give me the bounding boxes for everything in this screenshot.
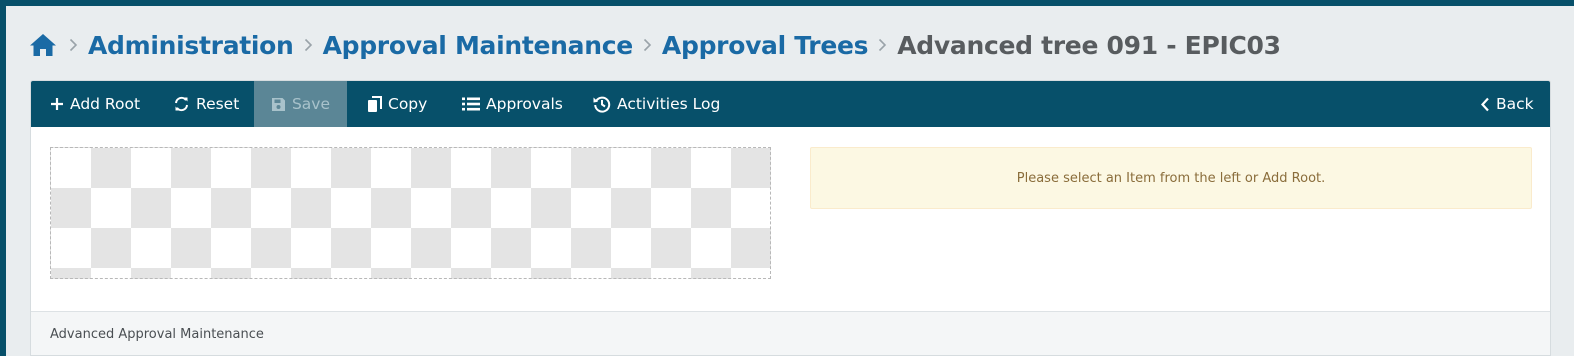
page-title: Advanced tree 091 - EPIC03 xyxy=(897,30,1281,60)
activities-log-label: Activities Log xyxy=(617,95,721,113)
footer-text: Advanced Approval Maintenance xyxy=(50,327,264,342)
chevron-right-icon xyxy=(69,38,78,52)
approvals-button[interactable]: Approvals xyxy=(462,81,563,127)
tree-content-area: Please select an Item from the left or A… xyxy=(31,127,1550,311)
toolbar: Add Root Reset Save Copy Approvals Activ… xyxy=(31,81,1550,127)
refresh-icon xyxy=(173,96,190,112)
add-root-label: Add Root xyxy=(70,95,141,113)
list-icon xyxy=(462,97,480,111)
back-label: Back xyxy=(1496,95,1534,113)
window-top-border xyxy=(0,0,1574,6)
tree-canvas-placeholder[interactable] xyxy=(50,147,771,279)
copy-icon xyxy=(367,95,382,113)
add-root-button[interactable]: Add Root xyxy=(50,81,140,127)
reset-label: Reset xyxy=(196,95,240,113)
alert-message: Please select an Item from the left or A… xyxy=(1016,170,1326,186)
chevron-right-icon xyxy=(643,38,652,52)
breadcrumb: Administration Approval Maintenance Appr… xyxy=(29,26,1281,64)
home-icon[interactable] xyxy=(29,30,59,60)
plus-icon xyxy=(50,97,64,111)
activities-log-button[interactable]: Activities Log xyxy=(593,81,720,127)
breadcrumb-administration[interactable]: Administration xyxy=(88,31,294,60)
panel-footer: Advanced Approval Maintenance xyxy=(31,311,1550,355)
save-label: Save xyxy=(291,95,331,113)
window-left-border xyxy=(0,0,6,356)
floppy-disk-icon xyxy=(271,97,286,112)
history-icon xyxy=(593,95,611,113)
save-button[interactable]: Save xyxy=(254,81,347,127)
copy-label: Copy xyxy=(388,95,428,113)
chevron-left-icon xyxy=(1480,97,1490,112)
back-button[interactable]: Back xyxy=(1480,81,1534,127)
approval-tree-panel: Add Root Reset Save Copy Approvals Activ… xyxy=(30,80,1551,356)
reset-button[interactable]: Reset xyxy=(173,81,239,127)
approvals-label: Approvals xyxy=(486,95,563,113)
breadcrumb-approval-trees[interactable]: Approval Trees xyxy=(662,31,869,60)
breadcrumb-approval-maintenance[interactable]: Approval Maintenance xyxy=(323,31,634,60)
select-item-alert: Please select an Item from the left or A… xyxy=(810,147,1532,209)
chevron-right-icon xyxy=(878,38,887,52)
chevron-right-icon xyxy=(304,38,313,52)
copy-button[interactable]: Copy xyxy=(367,81,427,127)
